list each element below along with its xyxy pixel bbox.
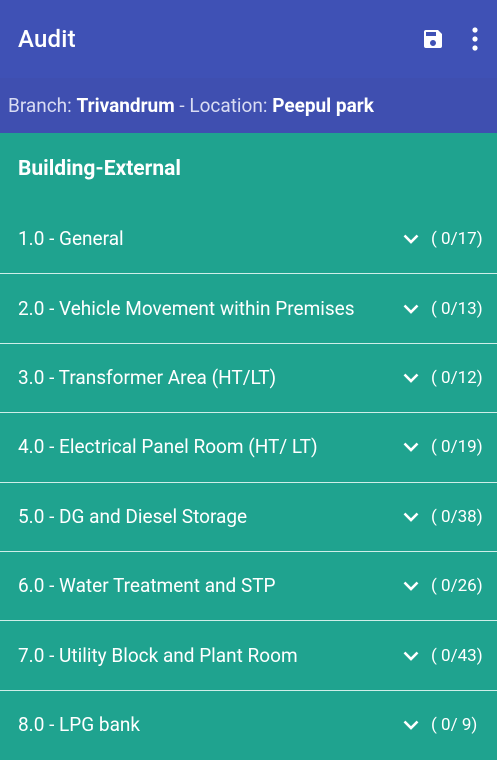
chevron-down-icon[interactable] <box>391 651 431 661</box>
list-item[interactable]: 7.0 - Utility Block and Plant Room ( 0/4… <box>0 621 497 691</box>
audit-category-list: 1.0 - General ( 0/17) 2.0 - Vehicle Move… <box>0 205 497 760</box>
item-label: 6.0 - Water Treatment and STP <box>18 574 276 598</box>
location-value: Peepul park <box>272 94 374 117</box>
item-label: 5.0 - DG and Diesel Storage <box>18 504 248 528</box>
list-item[interactable]: 5.0 - DG and Diesel Storage ( 0/38) <box>0 483 497 552</box>
item-label: 3.0 - Transformer Area (HT/LT) <box>18 365 277 389</box>
chevron-down-icon[interactable] <box>391 581 431 591</box>
item-count: ( 0/38) <box>431 506 483 527</box>
list-item[interactable]: 6.0 - Water Treatment and STP ( 0/26) <box>0 552 497 622</box>
app-bar: Audit <box>0 0 497 78</box>
item-count: ( 0/17) <box>431 229 483 250</box>
separator: - <box>179 94 185 117</box>
save-icon[interactable] <box>421 27 445 51</box>
item-count: ( 0/43) <box>431 645 483 666</box>
more-vert-icon[interactable] <box>471 26 479 52</box>
item-label: 8.0 - LPG bank <box>18 713 141 737</box>
chevron-down-icon[interactable] <box>391 373 431 383</box>
list-item[interactable]: 4.0 - Electrical Panel Room (HT/ LT) ( 0… <box>0 413 497 483</box>
list-item[interactable]: 2.0 - Vehicle Movement within Premises (… <box>0 274 497 344</box>
item-count: ( 0/ 9) <box>431 715 478 736</box>
branch-location-bar: Branch: Trivandrum - Location: Peepul pa… <box>0 78 497 133</box>
item-label: 4.0 - Electrical Panel Room (HT/ LT) <box>18 435 318 459</box>
chevron-down-icon[interactable] <box>391 234 431 245</box>
chevron-down-icon[interactable] <box>391 720 431 731</box>
list-item[interactable]: 3.0 - Transformer Area (HT/LT) ( 0/12) <box>0 344 497 414</box>
location-label: Location: <box>189 94 268 117</box>
list-item[interactable]: 1.0 - General ( 0/17) <box>0 205 497 275</box>
chevron-down-icon[interactable] <box>391 442 431 453</box>
app-bar-actions <box>421 26 479 52</box>
item-label: 2.0 - Vehicle Movement within Premises <box>18 296 355 320</box>
chevron-down-icon[interactable] <box>391 512 431 522</box>
item-count: ( 0/12) <box>431 367 483 388</box>
item-count: ( 0/13) <box>431 298 483 319</box>
app-title: Audit <box>18 25 76 53</box>
item-label: 7.0 - Utility Block and Plant Room <box>18 643 298 667</box>
branch-value: Trivandrum <box>76 94 175 117</box>
item-count: ( 0/26) <box>431 576 483 597</box>
section-title: Building-External <box>18 157 181 181</box>
branch-label: Branch: <box>8 94 72 117</box>
item-label: 1.0 - General <box>18 227 124 251</box>
chevron-down-icon[interactable] <box>391 304 431 314</box>
list-item[interactable]: 8.0 - LPG bank ( 0/ 9) <box>0 691 497 760</box>
item-count: ( 0/19) <box>431 437 483 458</box>
